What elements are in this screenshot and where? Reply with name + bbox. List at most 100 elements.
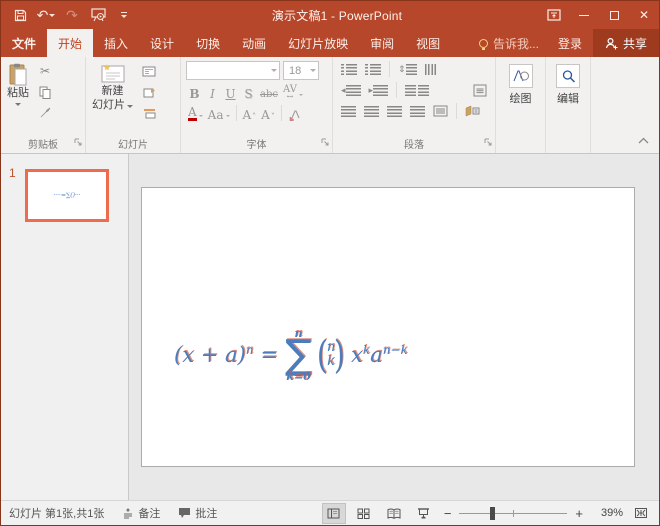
increase-font-button[interactable]: A˄ (241, 104, 259, 122)
slide-canvas[interactable]: (x + a)n = n ∑ k=0 ( n k ) (141, 187, 635, 467)
notes-button[interactable]: 备注 (122, 505, 160, 521)
new-slide-icon (100, 63, 126, 85)
collapse-ribbon-icon[interactable] (638, 136, 649, 147)
align-right-button[interactable] (384, 102, 405, 120)
clear-formatting-icon[interactable] (286, 104, 303, 122)
smartart-convert-button[interactable] (462, 102, 483, 120)
change-case-button[interactable]: Aa (206, 104, 232, 122)
drawing-shapes-icon (509, 64, 533, 88)
tab-design[interactable]: 设计 (139, 29, 185, 57)
slide-show-button[interactable] (412, 503, 436, 524)
tab-view[interactable]: 视图 (405, 29, 451, 57)
decrease-font-button[interactable]: A˅ (259, 104, 277, 122)
cut-icon[interactable]: ✂ (35, 62, 55, 80)
equation-lhs: (x + a)n (174, 343, 253, 367)
zoom-out-button[interactable]: − (442, 506, 454, 521)
comments-button[interactable]: 批注 (178, 505, 217, 521)
tab-spacer (451, 29, 471, 57)
paste-label: 粘贴 (7, 87, 29, 101)
font-color-button[interactable]: A (186, 104, 205, 122)
align-center-button[interactable] (361, 102, 382, 120)
character-spacing-button[interactable]: AV↔ (281, 83, 305, 101)
increase-indent-button[interactable]: ▸ (366, 81, 392, 99)
paste-button[interactable]: 粘贴 (3, 60, 33, 136)
maximize-button[interactable] (599, 1, 629, 29)
zoom-slider-thumb[interactable] (490, 507, 495, 520)
zoom-level[interactable]: 39% (591, 507, 623, 519)
distribute-button[interactable] (430, 102, 451, 120)
font-dialog-launcher[interactable] (321, 133, 329, 151)
minimize-button[interactable] (569, 1, 599, 29)
tab-file[interactable]: 文件 (1, 29, 47, 57)
reset-slide-icon[interactable] (139, 83, 159, 101)
comments-icon (178, 507, 191, 519)
tab-transitions[interactable]: 切换 (185, 29, 231, 57)
clipboard-dialog-launcher[interactable] (74, 133, 82, 151)
close-button[interactable]: ✕ (629, 1, 659, 29)
fit-slide-to-window-button[interactable] (629, 503, 653, 524)
start-slideshow-icon[interactable] (87, 4, 109, 26)
slides-minibuttons (139, 60, 159, 136)
tell-me-box[interactable]: 告诉我... (471, 29, 547, 57)
decrease-indent-button[interactable]: ◂ (338, 81, 364, 99)
ribbon-display-options-icon[interactable] (539, 1, 569, 29)
tell-me-label: 告诉我... (493, 35, 539, 52)
drawing-button[interactable]: 绘图 (498, 60, 543, 136)
format-painter-icon[interactable] (35, 104, 55, 122)
editing-button[interactable]: 编辑 (548, 60, 588, 136)
share-label: 共享 (623, 35, 647, 52)
undo-caret[interactable] (49, 14, 55, 17)
justify-button[interactable] (407, 102, 428, 120)
section-icon[interactable] (139, 104, 159, 122)
strikethrough-button[interactable]: abc (258, 83, 280, 101)
zoom-slider[interactable] (459, 503, 567, 524)
new-slide-button[interactable]: 新建 幻灯片 (88, 60, 137, 136)
slide-edit-area: (x + a)n = n ∑ k=0 ( n k ) (129, 154, 659, 500)
numbering-lines (370, 64, 381, 75)
sigma-symbol: ∑ (285, 339, 312, 371)
tab-slideshow[interactable]: 幻灯片放映 (277, 29, 359, 57)
ribbon-tail (591, 57, 659, 153)
align-left-button[interactable] (338, 102, 359, 120)
copy-icon[interactable] (35, 83, 55, 101)
slide-thumbnail[interactable]: ····=∑()··· (25, 169, 109, 222)
bullets-button[interactable] (338, 60, 360, 78)
clipboard-icon (8, 63, 28, 87)
slide-sorter-view-button[interactable] (352, 503, 376, 524)
numbering-button[interactable] (362, 60, 384, 78)
customize-qat-icon[interactable] (113, 4, 135, 26)
equation[interactable]: (x + a)n = n ∑ k=0 ( n k ) (174, 328, 408, 382)
sign-in-button[interactable]: 登录 (547, 29, 593, 57)
text-direction-button[interactable] (422, 60, 439, 78)
tab-animations[interactable]: 动画 (231, 29, 277, 57)
zoom-in-button[interactable]: + (573, 506, 585, 521)
share-button[interactable]: 共享 (593, 29, 659, 57)
new-slide-dropdown-caret[interactable] (127, 105, 133, 108)
ribbon: 粘贴 ✂ 剪贴板 新建 幻灯片 (1, 57, 659, 154)
undo-icon[interactable]: ↶ (35, 4, 57, 26)
normal-view-button[interactable] (322, 503, 346, 524)
font-name-combo[interactable] (186, 61, 280, 80)
line-spacing-button[interactable]: ⇕ (395, 60, 420, 78)
save-icon[interactable] (9, 4, 31, 26)
lightbulb-icon (479, 39, 488, 48)
columns-button[interactable] (402, 81, 432, 99)
underline-button[interactable]: U (222, 83, 239, 101)
bold-button[interactable]: B (186, 83, 203, 101)
paragraph-dialog-launcher[interactable] (484, 133, 492, 151)
tab-review[interactable]: 审阅 (359, 29, 405, 57)
status-right: − + 39% (322, 503, 653, 524)
status-bar: 幻灯片 第1张,共1张 备注 批注 − (1, 500, 659, 525)
font-color-caret (199, 115, 203, 117)
paste-dropdown-caret[interactable] (15, 103, 21, 106)
text-shadow-button[interactable]: S (240, 83, 257, 101)
italic-button[interactable]: I (204, 83, 221, 101)
reading-view-button[interactable] (382, 503, 406, 524)
bullets-dots (341, 64, 344, 75)
font-color-glyph: A (188, 107, 197, 121)
align-text-button[interactable] (470, 81, 490, 99)
tab-insert[interactable]: 插入 (93, 29, 139, 57)
tab-home[interactable]: 开始 (47, 29, 93, 57)
layout-icon[interactable] (139, 62, 159, 80)
font-size-combo[interactable]: 18 (283, 61, 319, 80)
